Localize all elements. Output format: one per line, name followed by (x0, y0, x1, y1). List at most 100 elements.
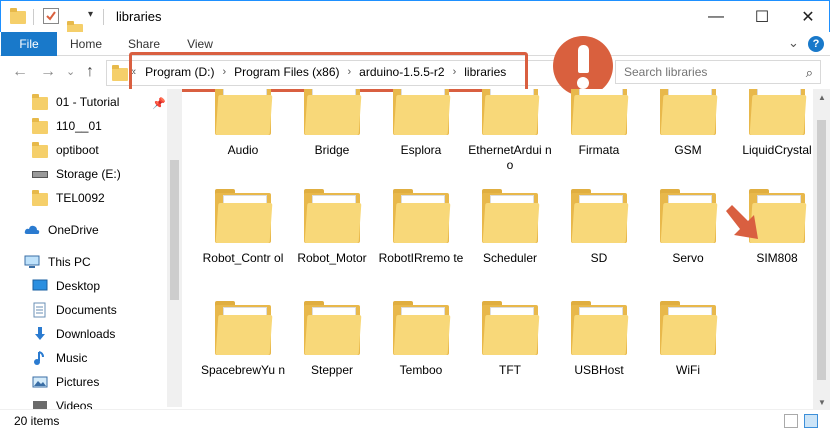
maximize-button[interactable]: ☐ (739, 1, 785, 32)
folder-label: Robot_Contr ol (202, 251, 284, 265)
folder-icon (658, 301, 718, 357)
video-icon (32, 398, 48, 409)
documents-icon (32, 302, 48, 318)
folder-item[interactable]: Robot_Contr ol (199, 189, 287, 266)
scroll-up-icon[interactable]: ▲ (818, 93, 826, 102)
sidebar-item-desktop[interactable]: Desktop (32, 274, 182, 298)
folder-item[interactable]: SD (555, 189, 643, 266)
folder-icon (480, 301, 540, 357)
window-title: libraries (116, 9, 162, 24)
title-bar: ▾ libraries — ☐ ✕ (0, 0, 830, 37)
exclamation-icon (553, 36, 613, 96)
folder-item[interactable]: WiFi (644, 301, 732, 378)
folder-label: SIM808 (756, 251, 798, 265)
folder-item[interactable]: USBHost (555, 301, 643, 378)
folder-icon (569, 189, 629, 245)
folder-icon (32, 94, 48, 110)
sidebar-scrollbar-thumb[interactable] (170, 160, 179, 300)
computer-icon (24, 254, 40, 270)
content-scrollbar-thumb[interactable] (817, 120, 826, 380)
folder-item[interactable]: Scheduler (466, 189, 554, 266)
folder-item[interactable]: Esplora (377, 89, 465, 158)
sidebar-item-label: 01 - Tutorial (56, 95, 120, 109)
separator (103, 9, 104, 25)
search-box[interactable]: ⌕ (615, 60, 821, 84)
folder-icon (213, 89, 273, 137)
quick-access-dropdown-icon[interactable]: ▾ (88, 9, 93, 20)
tab-file[interactable]: File (1, 32, 57, 56)
sidebar-item-pictures[interactable]: Pictures (32, 370, 182, 394)
folder-icon (32, 142, 48, 158)
folder-item[interactable]: TFT (466, 301, 554, 378)
sidebar-item-this-pc[interactable]: This PC (24, 250, 182, 274)
sidebar-item-storage[interactable]: Storage (E:) (32, 162, 182, 186)
folder-label: WiFi (676, 363, 700, 377)
folder-label: Temboo (399, 363, 443, 377)
folder-item[interactable]: RobotIRremo te (377, 189, 465, 266)
folder-label: RobotIRremo te (378, 251, 464, 265)
sidebar-item-videos[interactable]: Videos (32, 394, 182, 409)
folder-item[interactable]: SpacebrewYu n (199, 301, 287, 378)
minimize-button[interactable]: — (693, 1, 739, 32)
sidebar-item-label: Documents (56, 303, 117, 317)
scroll-down-icon[interactable]: ▼ (818, 398, 826, 407)
folder-item[interactable]: Servo (644, 189, 732, 266)
item-count: 20 items (14, 414, 60, 428)
folder-icon (112, 65, 128, 81)
properties-icon[interactable] (43, 8, 59, 24)
folder-icon (213, 301, 273, 357)
pointer-arrow-icon (726, 205, 758, 239)
sidebar-item-documents[interactable]: Documents (32, 298, 182, 322)
folder-item[interactable]: Robot_Motor (288, 189, 376, 266)
folder-icon (302, 89, 362, 137)
details-view-button[interactable] (784, 414, 798, 428)
folder-label: Servo (672, 251, 704, 265)
sidebar-item-tel0092[interactable]: TEL0092 (32, 186, 182, 210)
sidebar-item-music[interactable]: Music (32, 346, 182, 370)
folder-label: SpacebrewYu n (200, 363, 286, 377)
folder-icon (391, 301, 451, 357)
close-button[interactable]: ✕ (785, 1, 830, 32)
help-icon[interactable]: ? (808, 36, 824, 52)
folder-label: TFT (499, 363, 521, 377)
expand-ribbon-icon[interactable]: ⌄ (788, 35, 799, 51)
folder-label: EthernetArdui no (468, 143, 552, 172)
search-icon[interactable]: ⌕ (806, 65, 813, 81)
sidebar-item-label: Storage (E:) (56, 167, 121, 181)
pictures-icon (32, 374, 48, 390)
sidebar-item-label: Pictures (56, 375, 100, 389)
status-bar: 20 items (0, 409, 830, 431)
download-icon (32, 326, 48, 342)
folder-icon (658, 89, 718, 137)
tab-home[interactable]: Home (62, 32, 110, 56)
folder-icon (302, 189, 362, 245)
folder-icon (480, 189, 540, 245)
folder-item[interactable]: Bridge (288, 89, 376, 158)
sidebar-item-downloads[interactable]: Downloads (32, 322, 182, 346)
folder-icon (480, 89, 540, 137)
desktop-icon (32, 278, 48, 294)
folder-item[interactable]: Firmata (555, 89, 643, 158)
sidebar-item-onedrive[interactable]: OneDrive (24, 218, 182, 242)
navigation-pane: 01 - Tutorial 110__01 optiboot Storage (… (0, 89, 182, 409)
cloud-icon (24, 222, 40, 238)
folder-item[interactable]: Stepper (288, 301, 376, 378)
pin-icon[interactable]: 📌 (152, 97, 166, 110)
folder-icon (302, 301, 362, 357)
folder-label: Scheduler (482, 251, 538, 265)
folder-item[interactable]: GSM (644, 89, 732, 158)
folder-label: Stepper (310, 363, 354, 377)
search-input[interactable] (624, 65, 804, 79)
large-icons-view-button[interactable] (804, 414, 818, 428)
folder-item[interactable]: Temboo (377, 301, 465, 378)
sidebar-item-110-01[interactable]: 110__01 (32, 114, 182, 138)
folder-item[interactable]: Audio (199, 89, 287, 158)
folder-item[interactable]: EthernetArdui no (466, 89, 554, 173)
recent-locations-button[interactable]: ⌄ (66, 65, 75, 78)
forward-button[interactable]: → (40, 63, 56, 81)
back-button[interactable]: ← (12, 63, 28, 81)
sidebar-item-optiboot[interactable]: optiboot (32, 138, 182, 162)
address-highlight-box (129, 52, 528, 92)
folder-item[interactable]: LiquidCrystal (733, 89, 812, 158)
up-button[interactable]: ↑ (86, 63, 94, 81)
